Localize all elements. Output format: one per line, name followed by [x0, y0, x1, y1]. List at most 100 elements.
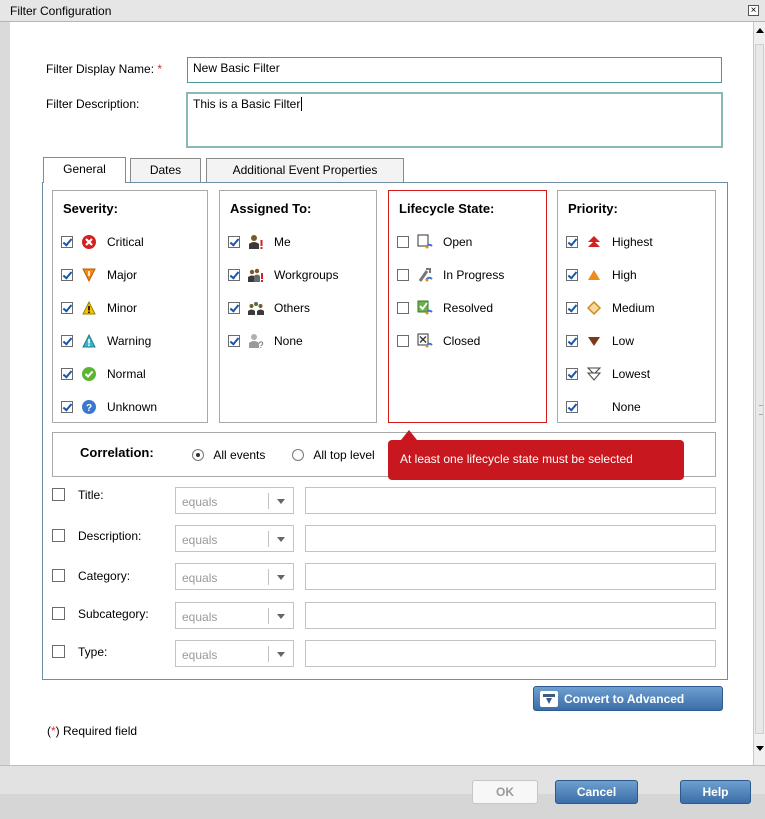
lifecycle-open-row[interactable]: Open — [397, 233, 472, 251]
assigned-me-row[interactable]: Me — [228, 233, 291, 251]
priority-low-row[interactable]: Low — [566, 332, 634, 350]
scroll-down-icon[interactable] — [756, 746, 764, 751]
priority-none-checkbox[interactable] — [566, 401, 578, 413]
correlation-top-level-radio[interactable]: All top level — [292, 447, 375, 462]
filter-subcategory-value[interactable] — [305, 602, 716, 629]
filter-category-value[interactable] — [305, 563, 716, 590]
assigned-none-row[interactable]: ? None — [228, 332, 303, 350]
top-level-radio-dot[interactable] — [292, 448, 304, 461]
assigned-workgroups-checkbox[interactable] — [228, 269, 240, 281]
tab-additional-event-properties[interactable]: Additional Event Properties — [206, 158, 404, 182]
filter-category-checkbox[interactable] — [52, 569, 65, 582]
lifecycle-resolved-checkbox[interactable] — [397, 302, 409, 314]
tab-dates[interactable]: Dates — [130, 158, 201, 182]
assigned-none-checkbox[interactable] — [228, 335, 240, 347]
vertical-scrollbar[interactable] — [753, 22, 765, 765]
lifecycle-in-progress-checkbox[interactable] — [397, 269, 409, 281]
all-events-radio-dot[interactable] — [192, 448, 204, 461]
severity-major-row[interactable]: Major — [61, 266, 137, 284]
help-button[interactable]: Help — [680, 780, 751, 804]
filter-title-value[interactable] — [305, 487, 716, 514]
filter-description-value[interactable] — [305, 525, 716, 552]
lifecycle-in-progress-label: In Progress — [443, 268, 505, 282]
severity-normal-checkbox[interactable] — [61, 368, 73, 380]
priority-medium-row[interactable]: Medium — [566, 299, 655, 317]
footer-band — [0, 794, 765, 819]
close-icon[interactable]: × — [748, 5, 759, 16]
chevron-down-icon — [277, 537, 285, 542]
cancel-button[interactable]: Cancel — [555, 780, 638, 804]
priority-lowest-icon — [586, 366, 602, 382]
lifecycle-validation-tooltip: At least one lifecycle state must be sel… — [388, 430, 684, 480]
filter-title-checkbox[interactable] — [52, 488, 65, 501]
priority-none-label: None — [612, 400, 641, 414]
filter-description-label: Description: — [78, 529, 142, 543]
lifecycle-resolved-row[interactable]: Resolved — [397, 299, 493, 317]
severity-unknown-row[interactable]: ? Unknown — [61, 398, 157, 416]
severity-normal-row[interactable]: Normal — [61, 365, 146, 383]
severity-group: Severity: Critical Major Minor Warning N… — [52, 190, 208, 423]
priority-high-label: High — [612, 268, 637, 282]
filter-category-operator[interactable]: equals — [175, 563, 294, 590]
filter-subcategory-checkbox[interactable] — [52, 607, 65, 620]
priority-high-row[interactable]: High — [566, 266, 637, 284]
priority-none-row[interactable]: None — [566, 398, 641, 416]
scroll-up-icon[interactable] — [756, 28, 764, 33]
severity-warning-row[interactable]: Warning — [61, 332, 151, 350]
priority-highest-row[interactable]: Highest — [566, 233, 653, 251]
filter-title-operator[interactable]: equals — [175, 487, 294, 514]
lifecycle-closed-row[interactable]: Closed — [397, 332, 480, 350]
priority-none-icon — [586, 399, 602, 415]
severity-critical-row[interactable]: Critical — [61, 233, 144, 251]
lifecycle-closed-label: Closed — [443, 334, 481, 348]
convert-to-advanced-button[interactable]: Convert to Advanced — [533, 686, 723, 711]
filter-description-operator[interactable]: equals — [175, 525, 294, 552]
priority-medium-checkbox[interactable] — [566, 302, 578, 314]
ok-button[interactable]: OK — [472, 780, 538, 804]
assigned-workgroups-label: Workgroups — [274, 268, 339, 282]
filter-type-value[interactable] — [305, 640, 716, 667]
priority-highest-icon — [586, 234, 602, 250]
unknown-icon: ? — [81, 399, 97, 415]
severity-warning-checkbox[interactable] — [61, 335, 73, 347]
priority-lowest-row[interactable]: Lowest — [566, 365, 650, 383]
tab-general[interactable]: General — [43, 157, 126, 183]
priority-highest-checkbox[interactable] — [566, 236, 578, 248]
lifecycle-open-label: Open — [443, 235, 473, 249]
resolved-icon — [417, 300, 433, 316]
priority-high-icon — [586, 267, 602, 283]
chevron-down-icon — [277, 614, 285, 619]
description-textarea[interactable]: This is a Basic Filter — [186, 92, 723, 148]
display-name-input[interactable]: New Basic Filter — [187, 57, 722, 83]
assigned-others-checkbox[interactable] — [228, 302, 240, 314]
lifecycle-closed-checkbox[interactable] — [397, 335, 409, 347]
assigned-others-label: Others — [274, 301, 311, 315]
filter-type-checkbox[interactable] — [52, 645, 65, 658]
normal-icon — [81, 366, 97, 382]
convert-filter-icon — [540, 690, 558, 707]
severity-minor-checkbox[interactable] — [61, 302, 73, 314]
assigned-workgroups-row[interactable]: Workgroups — [228, 266, 338, 284]
minor-icon — [81, 300, 97, 316]
lifecycle-open-checkbox[interactable] — [397, 236, 409, 248]
filter-subcategory-operator[interactable]: equals — [175, 602, 294, 629]
scroll-thumb[interactable] — [755, 44, 764, 734]
chevron-down-icon — [277, 575, 285, 580]
severity-unknown-checkbox[interactable] — [61, 401, 73, 413]
severity-major-label: Major — [107, 268, 138, 282]
priority-high-checkbox[interactable] — [566, 269, 578, 281]
filter-description-checkbox[interactable] — [52, 529, 65, 542]
priority-medium-icon — [586, 300, 602, 316]
severity-critical-checkbox[interactable] — [61, 236, 73, 248]
svg-text:?: ? — [86, 403, 92, 414]
priority-lowest-checkbox[interactable] — [566, 368, 578, 380]
lifecycle-in-progress-row[interactable]: In Progress — [397, 266, 504, 284]
severity-major-checkbox[interactable] — [61, 269, 73, 281]
severity-minor-row[interactable]: Minor — [61, 299, 137, 317]
assigned-others-row[interactable]: Others — [228, 299, 310, 317]
correlation-all-events-radio[interactable]: All events — [192, 447, 265, 462]
priority-low-checkbox[interactable] — [566, 335, 578, 347]
filter-type-operator[interactable]: equals — [175, 640, 294, 667]
filter-subcategory-label: Subcategory: — [78, 607, 149, 621]
assigned-me-checkbox[interactable] — [228, 236, 240, 248]
